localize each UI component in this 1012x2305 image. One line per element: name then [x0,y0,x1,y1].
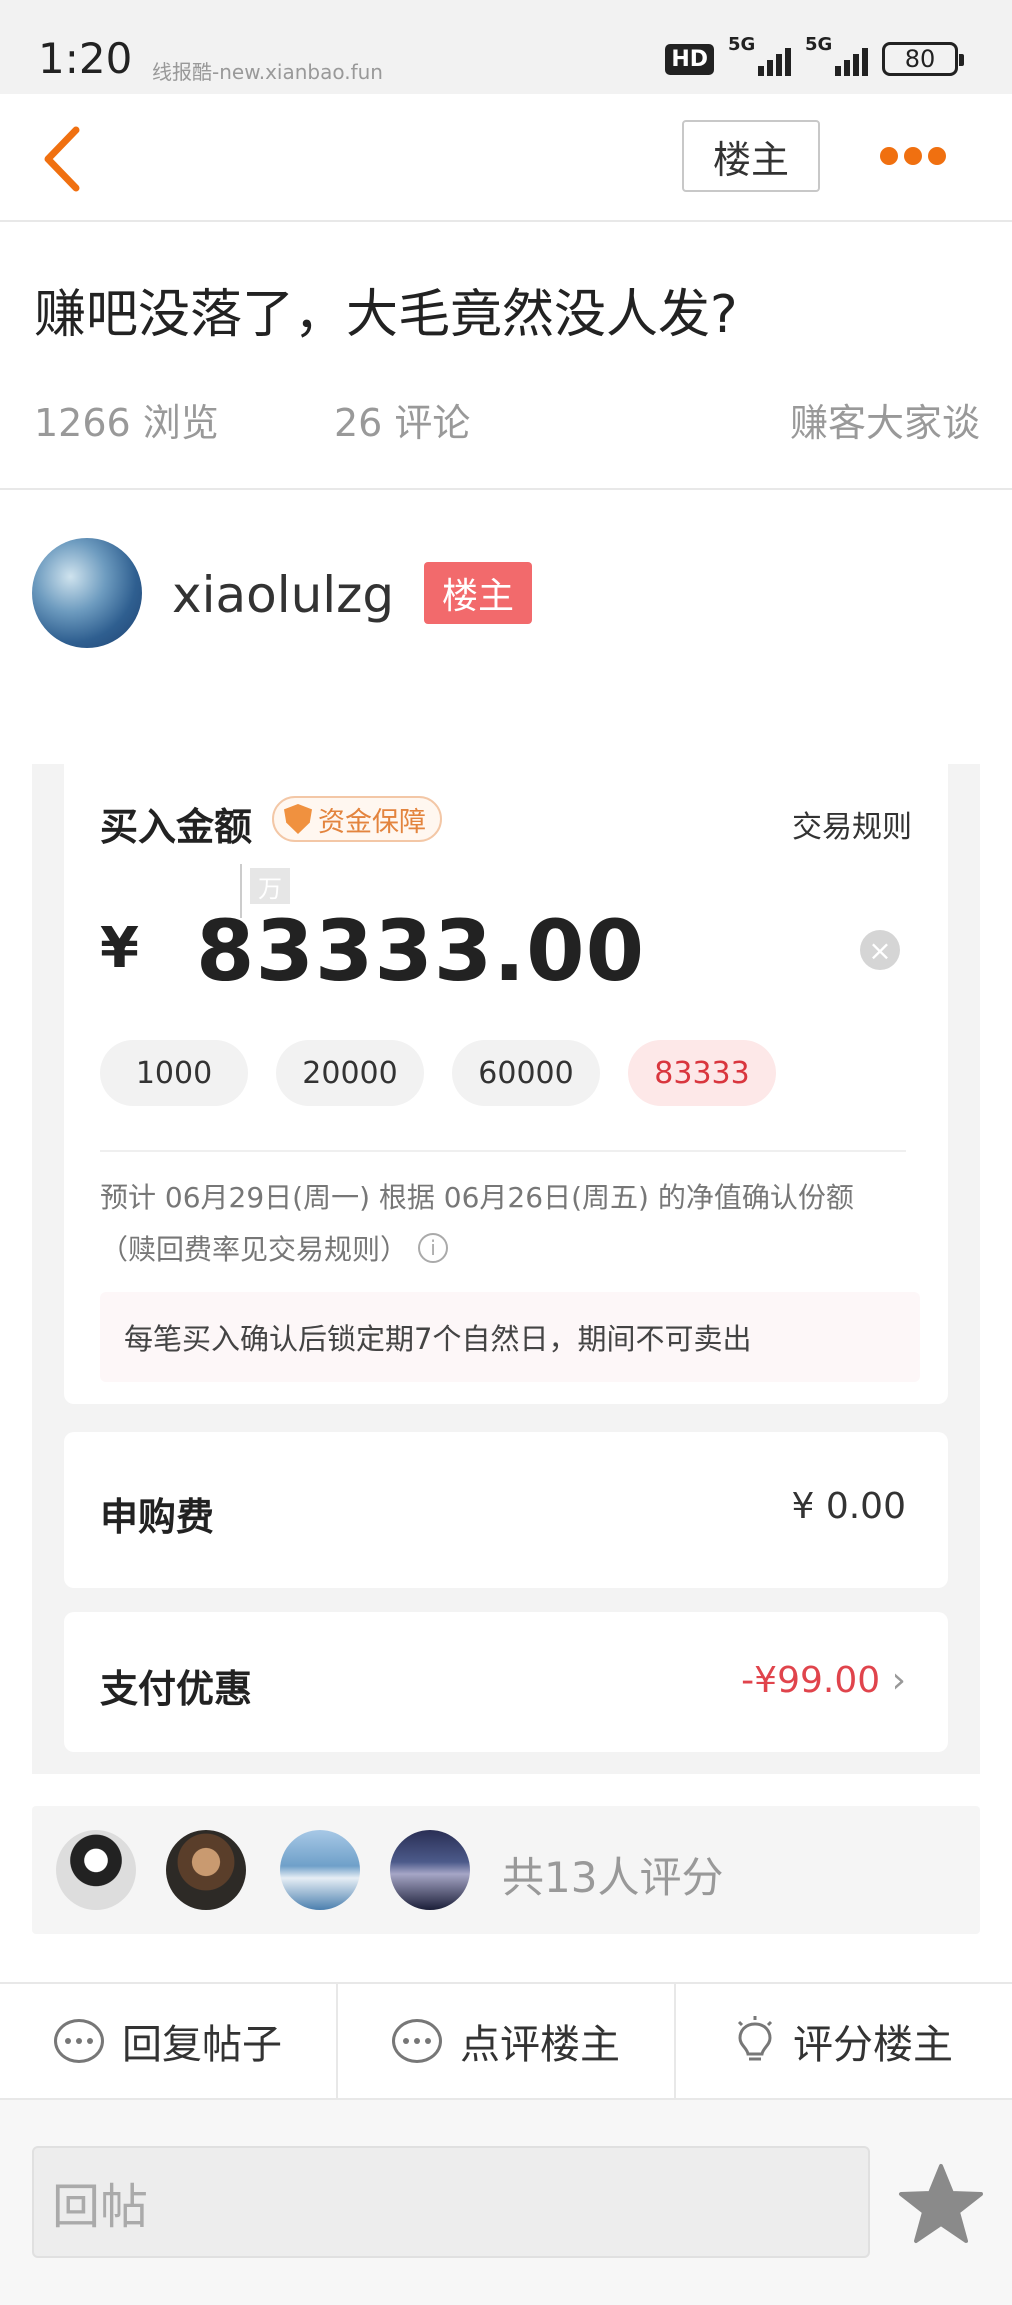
favorite-star-icon[interactable] [896,2160,986,2250]
buy-amount-card: 买入金额 资金保障 交易规则 万 ¥ 83333.00 × 1000 20000… [64,764,948,1404]
action-bar: 回复帖子 点评楼主 评分楼主 [0,1982,1012,2100]
status-bar: 1:20 线报酷-new.xianbao.fun HD 5G 5G 80 [0,0,1012,94]
rater-avatar[interactable] [390,1830,470,1910]
estimate-text: 预计 06月29日(周一) 根据 06月26日(周五) 的净值确认份额 [100,1181,854,1214]
reply-post-label: 回复帖子 [122,2022,282,2068]
review-owner-button[interactable]: 点评楼主 [338,1984,676,2098]
amount-value: 83333.00 [196,902,646,1000]
signal-5g-icon: 5G [728,34,791,76]
discount-amount: -¥99.00 [741,1660,881,1701]
rating-summary[interactable]: 共13人评分 [32,1806,980,1934]
network-label: 5G [805,34,833,55]
clear-icon: × [860,930,900,970]
reply-post-button[interactable]: 回复帖子 [0,1984,338,2098]
category-link[interactable]: 赚客大家谈 [790,392,980,447]
rater-avatar[interactable] [166,1830,246,1910]
comment-count: 26 评论 [334,401,471,445]
amount-chips: 1000 20000 60000 83333 [100,1040,776,1106]
divider [0,488,1012,490]
discount-value: -¥99.00 › [741,1660,906,1701]
redemption-note: （赎回费率见交易规则） i [100,1228,449,1268]
post-image[interactable]: 买入金额 资金保障 交易规则 万 ¥ 83333.00 × 1000 20000… [32,764,980,1774]
amount-chip: 20000 [276,1040,424,1106]
fund-guarantee-badge: 资金保障 [272,796,442,842]
reply-bar: 回帖 [0,2100,1012,2305]
rate-owner-label: 评分楼主 [793,2022,953,2068]
status-icons: HD 5G 5G 80 [665,34,964,76]
rating-count: 共13人评分 [502,1853,724,1902]
comment-bubble-icon [54,2019,104,2063]
status-time: 1:20 [38,34,133,83]
view-count: 1266 浏览 [34,401,219,445]
guarantee-text: 资金保障 [318,806,426,838]
amount-chip: 1000 [100,1040,248,1106]
trade-rules-link: 交易规则 [792,810,912,845]
amount-chip: 60000 [452,1040,600,1106]
rate-owner-button[interactable]: 评分楼主 [676,1984,1012,2098]
rater-avatar[interactable] [280,1830,360,1910]
chevron-right-icon: › [891,1660,906,1701]
reply-input[interactable]: 回帖 [32,2146,870,2258]
unit-hint: 万 [250,868,290,904]
signal-5g-icon: 5G [805,34,868,76]
nav-bar: 楼主 [0,94,1012,222]
hd-icon: HD [665,43,714,75]
info-icon: i [418,1233,449,1263]
battery-icon: 80 [882,42,964,76]
payment-discount-card: 支付优惠 -¥99.00 › [64,1612,948,1752]
lightbulb-icon [735,2016,775,2066]
fee-value: ¥ 0.00 [791,1486,906,1527]
owner-badge: 楼主 [424,562,532,624]
author-avatar[interactable] [32,538,142,648]
review-owner-label: 点评楼主 [460,2022,620,2068]
back-icon[interactable] [36,124,96,194]
more-icon[interactable] [880,138,960,174]
amount-chip-selected: 83333 [628,1040,776,1106]
discount-label: 支付优惠 [100,1667,253,1711]
shield-icon [284,804,312,834]
status-source-text: 线报酷-new.xianbao.fun [152,60,383,84]
network-label: 5G [728,34,756,55]
redemption-note-text: （赎回费率见交易规则） [100,1233,409,1266]
divider [100,1150,906,1152]
rater-avatar[interactable] [56,1830,136,1910]
post-title: 赚吧没落了，大毛竟然没人发? [34,285,738,345]
comment-bubble-icon [392,2019,442,2063]
fee-label: 申购费 [100,1495,215,1539]
author-name[interactable]: xiaolulzg [172,566,394,624]
buy-amount-label: 买入金额 [100,805,253,849]
subscription-fee-card: 申购费 ¥ 0.00 [64,1432,948,1588]
post-meta: 1266 浏览 26 评论 赚客大家谈 [34,392,980,445]
lock-period-note: 每笔买入确认后锁定期7个自然日，期间不可卖出 [100,1292,920,1382]
only-owner-button[interactable]: 楼主 [682,120,820,192]
currency-symbol: ¥ [100,916,139,981]
